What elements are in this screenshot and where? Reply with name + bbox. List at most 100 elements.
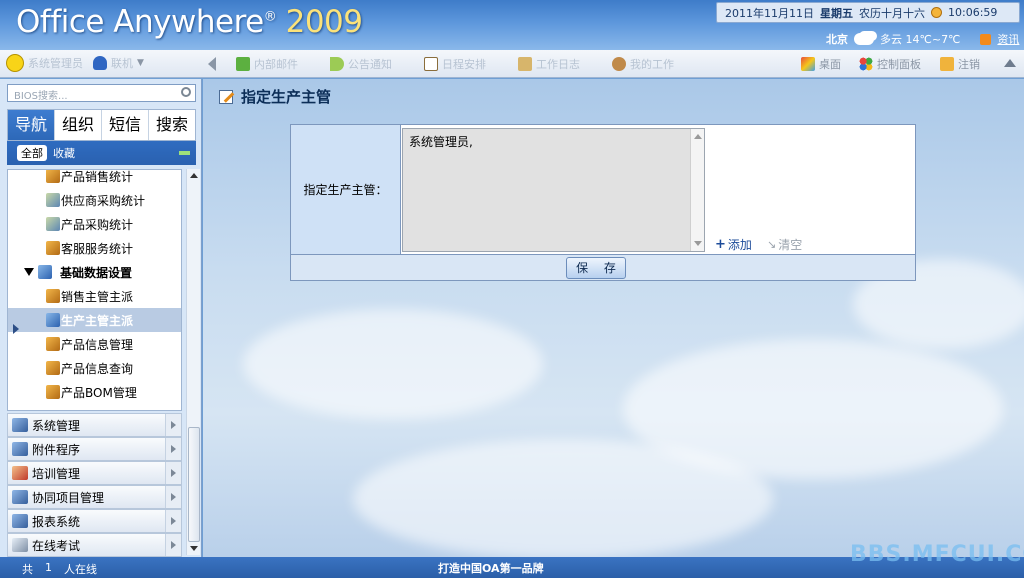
tree-item-label: 产品信息管理 bbox=[61, 337, 134, 352]
scroll-up-icon[interactable] bbox=[190, 173, 198, 178]
scroll-left-icon[interactable] bbox=[208, 57, 216, 71]
rss-icon bbox=[980, 33, 992, 45]
online-users[interactable]: 共 1 人在线 bbox=[22, 561, 97, 577]
chevron-right-icon bbox=[165, 534, 181, 556]
user-status[interactable]: 系统管理员 联机 ▼ bbox=[6, 54, 144, 72]
search-icon[interactable] bbox=[181, 87, 191, 97]
toolbar-item-mail[interactable]: 内部邮件 bbox=[236, 56, 298, 72]
sidebar-tabs: 导航 组织 短信 搜索 bbox=[7, 109, 196, 141]
main-content: 指定生产主管 指定生产主管： 系统管理员, + 添加 ↘ 清空 保 存 bbox=[203, 79, 1024, 557]
mail-icon bbox=[236, 57, 250, 71]
toolbar-item-mywork[interactable]: 我的工作 bbox=[612, 56, 674, 72]
menu-label: 协同项目管理 bbox=[32, 490, 105, 505]
add-button[interactable]: + 添加 bbox=[715, 236, 752, 253]
clear-icon: ↘ bbox=[767, 238, 777, 251]
news-link[interactable]: 资讯 bbox=[997, 31, 1019, 47]
toolbar-item-logout[interactable]: 注销 bbox=[940, 56, 980, 72]
tree-item-label: 产品BOM管理 bbox=[61, 385, 137, 400]
scroll-down-icon[interactable] bbox=[694, 241, 702, 246]
left-navigation-panel: BIOS搜索... 导航 组织 短信 搜索 全部 收藏 产品销售统计 供应商采购… bbox=[0, 79, 202, 557]
package-icon bbox=[46, 361, 60, 375]
app-header: Office Anywhere® 2009 2011年11月11日 星期五 农历… bbox=[0, 0, 1024, 50]
toolbar-label: 日程安排 bbox=[442, 58, 486, 71]
scroll-down-icon[interactable] bbox=[190, 546, 198, 551]
city-name: 北京 bbox=[826, 33, 848, 46]
chart-icon bbox=[46, 193, 60, 207]
collapse-up-icon[interactable] bbox=[1004, 59, 1016, 67]
toolbar-item-worklog[interactable]: 工作日志 bbox=[518, 56, 580, 72]
toolbar-item-control-panel[interactable]: 控制面板 bbox=[859, 56, 921, 72]
tree-folder-basic-data[interactable]: 基础数据设置 bbox=[8, 260, 181, 284]
menu-project[interactable]: 协同项目管理 bbox=[7, 485, 182, 509]
filter-all[interactable]: 全部 bbox=[17, 145, 47, 161]
tree-item[interactable]: 产品信息管理 bbox=[8, 332, 181, 356]
chevron-right-icon bbox=[165, 462, 181, 484]
menu-system-admin[interactable]: 系统管理 bbox=[7, 413, 182, 437]
assign-form: 指定生产主管： 系统管理员, + 添加 ↘ 清空 保 存 bbox=[290, 124, 916, 281]
menu-reports[interactable]: 报表系统 bbox=[7, 509, 182, 533]
toolbar-label: 公告通知 bbox=[348, 58, 392, 71]
tree-item-label: 销售主管主派 bbox=[61, 289, 134, 304]
tab-messages[interactable]: 短信 bbox=[102, 110, 149, 140]
chevron-down-icon: ▼ bbox=[137, 58, 144, 68]
tree-item[interactable]: 产品采购统计 bbox=[8, 212, 181, 236]
tree-item[interactable]: 产品销售统计 bbox=[8, 169, 181, 188]
scroll-thumb[interactable] bbox=[188, 427, 200, 542]
desktop-icon bbox=[801, 57, 815, 71]
toolbar-item-desktop[interactable]: 桌面 bbox=[801, 56, 841, 72]
scroll-up-icon[interactable] bbox=[694, 134, 702, 139]
plus-icon: + bbox=[715, 237, 726, 252]
weekday-text: 星期五 bbox=[820, 6, 853, 20]
tab-navigation[interactable]: 导航 bbox=[8, 110, 55, 140]
tab-search[interactable]: 搜索 bbox=[149, 110, 195, 140]
toolbar-label: 工作日志 bbox=[536, 58, 580, 71]
toolbar-item-notice[interactable]: 公告通知 bbox=[330, 56, 392, 72]
field-label: 指定生产主管： bbox=[291, 125, 401, 254]
menu-accessories[interactable]: 附件程序 bbox=[7, 437, 182, 461]
search-input[interactable]: BIOS搜索... bbox=[7, 84, 196, 102]
tree-item[interactable]: 产品信息查询 bbox=[8, 356, 181, 380]
menu-label: 在线考试 bbox=[32, 538, 81, 553]
toolbar-label: 我的工作 bbox=[630, 58, 674, 71]
online-prefix: 共 bbox=[22, 563, 33, 576]
watermark: BBS.MFCUI.COM bbox=[850, 542, 1024, 567]
manager-textarea[interactable]: 系统管理员, bbox=[402, 128, 705, 252]
chart-icon bbox=[46, 217, 60, 231]
toolbar-item-calendar[interactable]: 日程安排 bbox=[424, 56, 486, 72]
textarea-scrollbar[interactable] bbox=[690, 129, 704, 251]
collapse-icon[interactable] bbox=[179, 151, 190, 155]
page-title: 指定生产主管 bbox=[219, 86, 331, 107]
tree-item-selected[interactable]: 生产主管主派 bbox=[8, 308, 181, 332]
globe-icon bbox=[46, 313, 60, 327]
tree-item[interactable]: 客服服务统计 bbox=[8, 236, 181, 260]
tree-item[interactable]: 供应商采购统计 bbox=[8, 188, 181, 212]
menu-online-exam[interactable]: 在线考试 bbox=[7, 533, 182, 557]
sidebar-scrollbar[interactable] bbox=[186, 169, 200, 555]
tree-item[interactable]: 销售主管主派 bbox=[8, 284, 181, 308]
top-toolbar: 系统管理员 联机 ▼ 内部邮件 公告通知 日程安排 工作日志 我的工作 桌面 控… bbox=[0, 50, 1024, 78]
tree-item-label: 产品销售统计 bbox=[61, 169, 134, 184]
expand-icon bbox=[24, 268, 34, 276]
tree-item-label: 供应商采购统计 bbox=[61, 193, 146, 208]
workflow-icon bbox=[612, 57, 626, 71]
chevron-right-icon bbox=[165, 414, 181, 436]
exam-icon bbox=[12, 538, 28, 552]
package-icon bbox=[46, 337, 60, 351]
clear-button[interactable]: ↘ 清空 bbox=[767, 236, 802, 253]
toolbar-label: 控制面板 bbox=[877, 58, 921, 71]
tab-organization[interactable]: 组织 bbox=[55, 110, 102, 140]
save-button[interactable]: 保 存 bbox=[566, 257, 626, 279]
tree-item-label: 客服服务统计 bbox=[61, 241, 134, 256]
menu-training[interactable]: 培训管理 bbox=[7, 461, 182, 485]
filter-bar: 全部 收藏 bbox=[7, 141, 196, 165]
background-cloud bbox=[353, 439, 773, 557]
menu-label: 培训管理 bbox=[32, 466, 81, 481]
filter-favorites[interactable]: 收藏 bbox=[53, 145, 75, 161]
tree-item[interactable]: 产品BOM管理 bbox=[8, 380, 181, 404]
add-label: 添加 bbox=[727, 238, 752, 252]
cloud-icon bbox=[854, 33, 874, 45]
search-placeholder: BIOS搜索... bbox=[14, 91, 68, 102]
folder-icon bbox=[38, 265, 52, 279]
tree-item-label: 基础数据设置 bbox=[60, 265, 133, 280]
chevron-right-icon bbox=[165, 510, 181, 532]
